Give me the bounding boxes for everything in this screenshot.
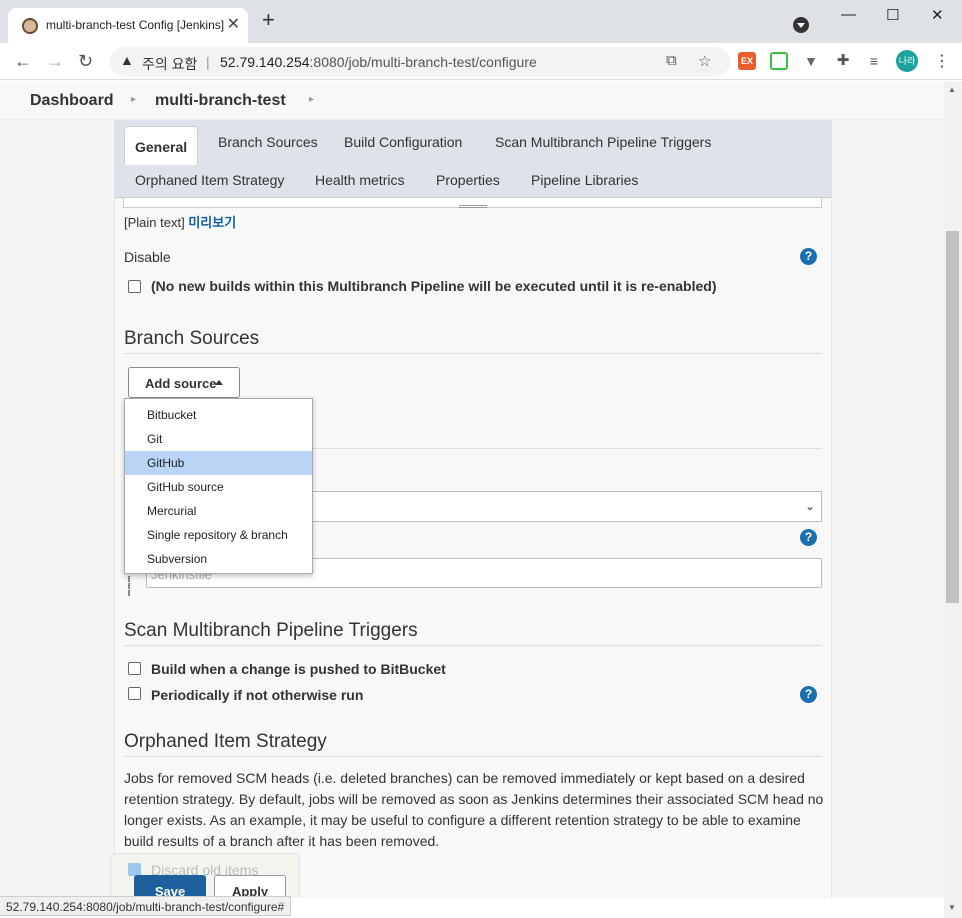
tab-general[interactable]: General [124, 126, 199, 165]
help-icon[interactable]: ? [800, 686, 817, 703]
browser-tab-strip: multi-branch-test Config [Jenkins] ✕ + —… [0, 0, 962, 43]
chevron-down-icon: ⌄ [804, 499, 815, 513]
breadcrumb-chevron-icon[interactable]: ▸ [309, 94, 314, 105]
help-icon[interactable]: ? [800, 248, 817, 265]
tab-close-icon[interactable]: ✕ [227, 14, 240, 34]
breadcrumb-dashboard[interactable]: Dashboard [30, 92, 114, 110]
maximize-button[interactable]: ☐ [886, 6, 899, 24]
periodic-run-label[interactable]: Periodically if not otherwise run [151, 687, 363, 703]
tab-title: multi-branch-test Config [Jenkins] [46, 18, 225, 32]
tab-health-metrics[interactable]: Health metrics [315, 172, 404, 188]
disable-checkbox-label[interactable]: (No new builds within this Multibranch P… [151, 278, 717, 294]
scroll-up-icon[interactable]: ▲ [948, 85, 956, 94]
apply-button[interactable]: Apply [214, 875, 286, 898]
section-divider [124, 353, 822, 354]
scan-triggers-title: Scan Multibranch Pipeline Triggers [124, 620, 418, 641]
orphaned-description: Jobs for removed SCM heads (i.e. deleted… [124, 770, 824, 849]
address-bar-row: ← → ↻ ▲ 주의 요함 | 52.79.140.254:8080/job/m… [0, 43, 962, 80]
menu-item-git[interactable]: Git [125, 427, 312, 451]
add-source-menu: Bitbucket Git GitHub GitHub source Mercu… [124, 398, 313, 574]
back-icon[interactable]: ← [14, 51, 32, 72]
breadcrumb-chevron-icon[interactable]: ▸ [131, 94, 136, 105]
security-label[interactable]: 주의 요함 [142, 54, 197, 74]
jenkins-favicon-icon [22, 18, 38, 34]
puzzle-icon[interactable]: ✚ [834, 52, 852, 70]
caret-up-icon [215, 380, 223, 385]
orphaned-strategy-title: Orphaned Item Strategy [124, 731, 327, 752]
extension-v-icon[interactable]: ▼ [802, 52, 820, 70]
preview-link[interactable]: 미리보기 [188, 215, 236, 230]
warning-icon[interactable]: ▲ [120, 52, 134, 68]
menu-item-bitbucket[interactable]: Bitbucket [125, 403, 312, 427]
disable-checkbox[interactable] [128, 280, 141, 293]
tab-search-icon[interactable] [793, 17, 809, 33]
minimize-button[interactable]: — [841, 6, 856, 23]
add-source-button[interactable]: Add source [128, 367, 240, 398]
translate-icon[interactable]: ⧉ [666, 52, 677, 69]
menu-item-github-source[interactable]: GitHub source [125, 475, 312, 499]
config-page: General Branch Sources Build Configurati… [0, 120, 944, 898]
section-divider [124, 756, 822, 757]
plain-text-label: [Plain text] 미리보기 [124, 212, 236, 231]
menu-item-github[interactable]: GitHub [125, 451, 312, 475]
url-path: :8080/job/multi-branch-test/configure [309, 54, 537, 70]
section-divider [124, 645, 822, 646]
bitbucket-push-checkbox[interactable] [128, 662, 141, 675]
tab-properties[interactable]: Properties [436, 172, 500, 188]
omnibox[interactable]: ▲ 주의 요함 | 52.79.140.254:8080/job/multi-b… [110, 47, 730, 76]
reading-list-icon[interactable]: ≡ [865, 52, 883, 70]
url-text[interactable]: 52.79.140.254:8080/job/multi-branch-test… [220, 54, 537, 70]
reload-icon[interactable]: ↻ [78, 51, 93, 72]
menu-item-single-repository[interactable]: Single repository & branch [125, 523, 312, 547]
branch-sources-title: Branch Sources [124, 328, 260, 349]
breadcrumb: Dashboard ▸ multi-branch-test ▸ [0, 81, 944, 120]
textarea-resize-grip[interactable] [459, 205, 487, 208]
profile-avatar[interactable]: 나라 [896, 50, 918, 72]
url-host: 52.79.140.254 [220, 54, 310, 70]
help-icon[interactable]: ? [800, 529, 817, 546]
source-select[interactable]: ⌄ [310, 491, 822, 522]
tab-scan-triggers[interactable]: Scan Multibranch Pipeline Triggers [495, 134, 711, 150]
url-separator: | [206, 54, 210, 70]
breadcrumb-job[interactable]: multi-branch-test [155, 92, 286, 110]
menu-icon[interactable]: ⋮ [934, 51, 950, 71]
status-url: 52.79.140.254:8080/job/multi-branch-test… [0, 896, 292, 916]
tab-pipeline-libraries[interactable]: Pipeline Libraries [531, 172, 638, 188]
extension-ex-icon[interactable]: EX [738, 52, 756, 70]
disable-heading: Disable [124, 249, 171, 265]
section-divider [313, 448, 822, 449]
tab-build-configuration[interactable]: Build Configuration [344, 134, 462, 150]
menu-item-subversion[interactable]: Subversion [125, 547, 312, 571]
scroll-down-icon[interactable]: ▼ [948, 903, 956, 912]
plain-text-marker: [Plain text] [124, 215, 185, 230]
periodic-run-checkbox[interactable] [128, 687, 141, 700]
forward-icon[interactable]: → [46, 51, 64, 72]
star-icon[interactable]: ☆ [698, 52, 711, 70]
tab-orphaned-item-strategy[interactable]: Orphaned Item Strategy [135, 172, 284, 188]
window-close-button[interactable]: ✕ [931, 6, 944, 24]
menu-item-mercurial[interactable]: Mercurial [125, 499, 312, 523]
browser-tab[interactable]: multi-branch-test Config [Jenkins] ✕ [8, 8, 248, 43]
add-source-label: Add source [145, 376, 217, 391]
drag-handle[interactable] [128, 576, 130, 596]
bitbucket-push-label[interactable]: Build when a change is pushed to BitBuck… [151, 661, 446, 677]
new-tab-button[interactable]: + [262, 9, 275, 31]
extension-green-icon[interactable] [770, 52, 788, 70]
tab-branch-sources[interactable]: Branch Sources [218, 134, 318, 150]
scrollbar-thumb[interactable] [946, 231, 959, 603]
save-button[interactable]: Save [134, 875, 206, 898]
page-scrollbar[interactable]: ▲ ▼ [944, 81, 962, 918]
